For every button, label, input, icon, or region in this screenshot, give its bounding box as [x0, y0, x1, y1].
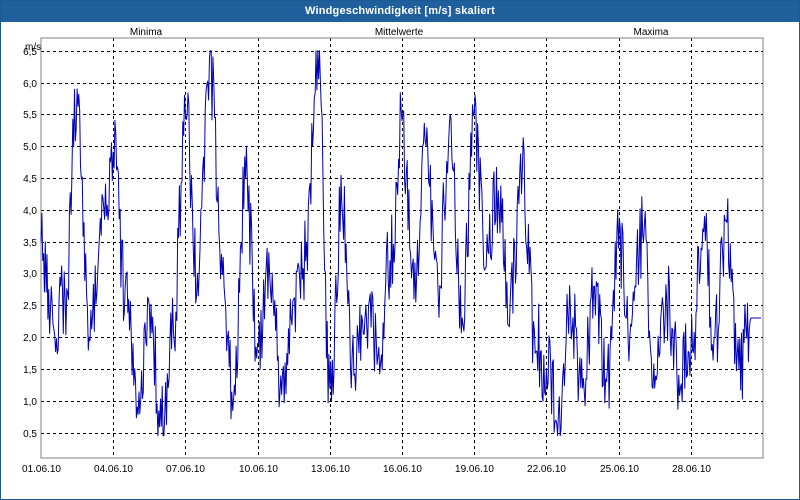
y-tick-label: 2,5 — [23, 301, 37, 312]
legend-mittelwerte: Mittelwerte — [375, 27, 424, 38]
y-tick-label: 3,5 — [23, 238, 37, 249]
y-tick-label: 4,0 — [23, 206, 37, 217]
x-tick-label: 28.06.10 — [672, 464, 711, 475]
y-tick-label: 3,0 — [23, 269, 37, 280]
chart-window: Windgeschwindigkeit [m/s] skaliert Minim… — [0, 0, 800, 500]
legend-maxima: Maxima — [633, 27, 668, 38]
y-tick-label: 6,0 — [23, 79, 37, 90]
grid — [41, 38, 763, 458]
series-layer — [40, 50, 761, 437]
wind-speed-chart: Minima Mittelwerte Maxima m/s 0,51,01,52… — [22, 27, 764, 475]
x-tick-label: 19.06.10 — [455, 464, 494, 475]
y-tick-label: 1,5 — [23, 365, 37, 376]
y-tick-label: 1,0 — [23, 397, 37, 408]
y-tick-label: 2,0 — [23, 333, 37, 344]
y-tick-label: 0,5 — [23, 429, 37, 440]
x-tick-label: 07.06.10 — [166, 464, 205, 475]
x-axis-ticks: 01.06.10 04.06.10 07.06.10 10.06.10 13.06.10… — [22, 464, 711, 475]
window-title: Windgeschwindigkeit [m/s] skaliert — [1, 1, 799, 22]
x-tick-label: 04.06.10 — [94, 464, 133, 475]
x-tick-label: 01.06.10 — [22, 464, 61, 475]
y-tick-label: 6,5 — [23, 47, 37, 58]
x-tick-label: 22.06.10 — [527, 464, 566, 475]
x-tick-label: 10.06.10 — [239, 464, 278, 475]
y-tick-label: 5,5 — [23, 110, 37, 121]
legend: Minima Mittelwerte Maxima — [130, 27, 669, 38]
x-tick-label: 16.06.10 — [383, 464, 422, 475]
y-tick-label: 4,5 — [23, 174, 37, 185]
legend-minima: Minima — [130, 27, 163, 38]
mittelwerte-series-line — [40, 50, 761, 437]
x-tick-label: 25.06.10 — [600, 464, 639, 475]
y-tick-label: 5,0 — [23, 142, 37, 153]
y-axis-ticks: 0,5 1,0 1,5 2,0 2,5 3,0 3,5 4,0 4,5 5,0 5,5 6,0 6,5 — [23, 47, 37, 440]
x-tick-label: 13.06.10 — [311, 464, 350, 475]
